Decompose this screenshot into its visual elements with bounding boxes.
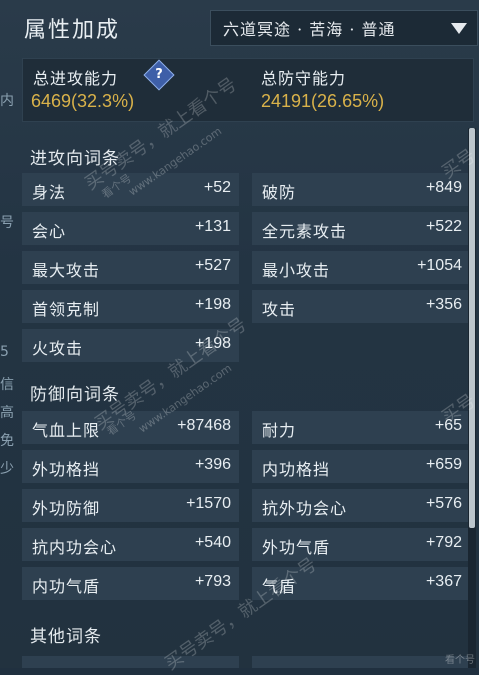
stat-name: 气血上限 [32,421,101,440]
stat-cell: 破防 +849 [252,173,470,206]
total-attack-value: 6469(32.3%) [31,91,135,111]
edge-text: 内 [0,93,14,109]
stat-value: +131 [194,218,231,235]
watermark-footer: 看个号 [445,655,475,666]
stat-name: 外功气盾 [262,538,331,557]
stat-value: +576 [425,495,462,512]
stat-name: 火攻击 [32,339,84,358]
total-defense-label: 总防守能力 [261,69,347,88]
edge-text: 信 [0,377,14,393]
stat-value: +87468 [177,417,231,434]
stat-cell: 耐力 +65 [252,411,470,444]
stat-cell: 火攻击 +198 [22,329,239,362]
edge-text: 免 [0,433,14,449]
stat-cell: 外功防御 +1570 [22,489,239,522]
scrollbar-thumb[interactable] [469,128,475,528]
stat-name: 全元素攻击 [262,222,348,241]
stat-value: +527 [194,257,231,274]
stat-name: 身法 [32,183,67,202]
attribute-panel: 属性加成 六道冥途 · 苦海 · 普通 内 号 5 信 高 免 少 总进攻能力 … [0,0,479,674]
total-defense-value: 24191(26.65%) [261,91,385,111]
stat-name: 内功格挡 [262,460,331,479]
mode-dropdown-value: 六道冥途 · 苦海 · 普通 [223,20,396,39]
stat-value: +52 [203,179,231,196]
stat-cell: 全元素攻击 +522 [252,212,470,245]
stat-value: +522 [425,218,462,235]
stat-value: +540 [194,534,231,551]
stat-value: +849 [425,179,462,196]
stat-cell: 气盾 +367 [252,567,470,600]
stat-cell: 内功格挡 +659 [252,450,470,483]
stat-cell: 内功气盾 +793 [22,567,239,600]
total-abilities: 总进攻能力 ? 6469(32.3%) 总防守能力 24191(26.65%) [22,58,474,122]
stat-cell: 会心 +131 [22,212,239,245]
stat-name: 抗外功会心 [262,499,348,518]
stat-value: +1054 [417,257,462,274]
help-icon[interactable]: ? [143,59,175,91]
stat-cell: 最大攻击 +527 [22,251,239,284]
stat-name: 会心 [32,222,67,241]
stat-name: 耐力 [262,421,297,440]
stat-cell [252,656,470,668]
stat-value: +659 [425,456,462,473]
edge-text: 5 [0,344,9,360]
stat-cell: 外功格挡 +396 [22,450,239,483]
other-section-title: 其他词条 [30,627,102,647]
edge-text: 少 [0,461,14,477]
stat-value: +65 [434,417,462,434]
stat-name: 最小攻击 [262,261,331,280]
stat-name: 首领克制 [32,300,101,319]
edge-text: 高 [0,405,14,421]
stat-cell: 气血上限 +87468 [22,411,239,444]
stat-value: +198 [194,296,231,313]
stat-value: +793 [194,573,231,590]
stat-name: 抗内功会心 [32,538,118,557]
stat-cell: 首领克制 +198 [22,290,239,323]
stat-value: +356 [425,296,462,313]
stat-name: 外功防御 [32,499,101,518]
stat-value: +198 [194,335,231,352]
panel-title: 属性加成 [24,18,121,43]
stat-cell [22,656,239,668]
stat-value: +792 [425,534,462,551]
stat-cell: 最小攻击 +1054 [252,251,470,284]
stat-cell: 外功气盾 +792 [252,528,470,561]
stat-name: 外功格挡 [32,460,101,479]
chevron-down-icon [451,23,467,34]
stat-name: 气盾 [262,577,297,596]
stat-cell: 抗外功会心 +576 [252,489,470,522]
stat-name: 破防 [262,183,297,202]
stat-cell: 攻击 +356 [252,290,470,323]
edge-text: 号 [0,215,14,231]
stat-cell: 抗内功会心 +540 [22,528,239,561]
stat-value: +396 [194,456,231,473]
stat-name: 攻击 [262,300,297,319]
defense-section-title: 防御向词条 [30,385,120,405]
total-attack-label: 总进攻能力 [33,69,119,88]
stat-name: 内功气盾 [32,577,101,596]
stat-value: +367 [425,573,462,590]
offense-section-title: 进攻向词条 [30,149,120,169]
stat-value: +1570 [186,495,231,512]
stat-name: 最大攻击 [32,261,101,280]
stat-cell: 身法 +52 [22,173,239,206]
mode-dropdown[interactable]: 六道冥途 · 苦海 · 普通 [210,10,478,46]
